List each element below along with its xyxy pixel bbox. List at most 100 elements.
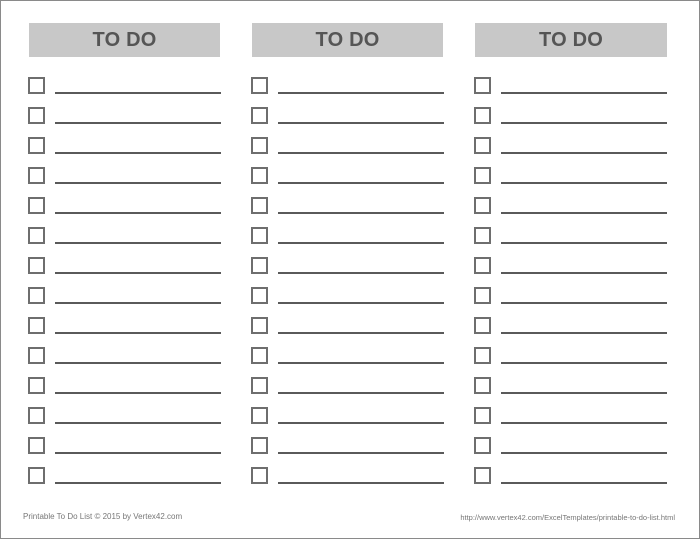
checkbox[interactable] <box>474 137 491 154</box>
todo-text-line[interactable] <box>55 422 221 424</box>
checkbox[interactable] <box>251 377 268 394</box>
checkbox[interactable] <box>28 167 45 184</box>
todo-item <box>28 227 221 247</box>
todo-text-line[interactable] <box>278 452 444 454</box>
todo-text-line[interactable] <box>55 212 221 214</box>
checkbox[interactable] <box>474 377 491 394</box>
checkbox[interactable] <box>474 407 491 424</box>
todo-text-line[interactable] <box>501 302 667 304</box>
todo-text-line[interactable] <box>278 242 444 244</box>
todo-item <box>474 167 667 187</box>
todo-text-line[interactable] <box>501 92 667 94</box>
todo-text-line[interactable] <box>278 272 444 274</box>
checkbox[interactable] <box>28 227 45 244</box>
todo-page: TO DO TO DO TO DO Printable To Do List ©… <box>0 0 700 539</box>
todo-text-line[interactable] <box>55 272 221 274</box>
todo-text-line[interactable] <box>55 362 221 364</box>
todo-text-line[interactable] <box>55 452 221 454</box>
checkbox[interactable] <box>474 467 491 484</box>
todo-item <box>28 287 221 307</box>
checkbox[interactable] <box>251 227 268 244</box>
checkbox[interactable] <box>28 347 45 364</box>
todo-text-line[interactable] <box>278 92 444 94</box>
checkbox[interactable] <box>251 137 268 154</box>
todo-text-line[interactable] <box>501 182 667 184</box>
checkbox[interactable] <box>251 317 268 334</box>
checkbox[interactable] <box>474 197 491 214</box>
todo-text-line[interactable] <box>278 152 444 154</box>
checkbox[interactable] <box>28 197 45 214</box>
checkbox[interactable] <box>474 227 491 244</box>
checkbox[interactable] <box>251 347 268 364</box>
checkbox[interactable] <box>474 107 491 124</box>
checkbox[interactable] <box>251 437 268 454</box>
checkbox[interactable] <box>28 257 45 274</box>
todo-text-line[interactable] <box>501 152 667 154</box>
checkbox[interactable] <box>251 107 268 124</box>
todo-text-line[interactable] <box>55 392 221 394</box>
todo-text-line[interactable] <box>278 362 444 364</box>
checkbox[interactable] <box>28 137 45 154</box>
checkbox[interactable] <box>28 317 45 334</box>
checkbox[interactable] <box>28 287 45 304</box>
todo-item <box>474 377 667 397</box>
checkbox[interactable] <box>474 317 491 334</box>
todo-text-line[interactable] <box>55 92 221 94</box>
todo-text-line[interactable] <box>278 302 444 304</box>
todo-text-line[interactable] <box>55 122 221 124</box>
checkbox[interactable] <box>28 377 45 394</box>
checkbox[interactable] <box>28 467 45 484</box>
checkbox[interactable] <box>474 437 491 454</box>
todo-text-line[interactable] <box>501 332 667 334</box>
todo-text-line[interactable] <box>501 452 667 454</box>
checkbox[interactable] <box>474 167 491 184</box>
checkbox[interactable] <box>474 287 491 304</box>
todo-text-line[interactable] <box>501 392 667 394</box>
checkbox[interactable] <box>251 287 268 304</box>
todo-text-line[interactable] <box>501 212 667 214</box>
checkbox[interactable] <box>474 347 491 364</box>
checkbox[interactable] <box>28 407 45 424</box>
column-header: TO DO <box>475 23 667 57</box>
checkbox[interactable] <box>251 257 268 274</box>
checkbox[interactable] <box>28 437 45 454</box>
checkbox[interactable] <box>474 257 491 274</box>
todo-text-line[interactable] <box>55 332 221 334</box>
todo-item <box>28 467 221 487</box>
todo-text-line[interactable] <box>55 302 221 304</box>
checkbox[interactable] <box>251 197 268 214</box>
todo-item <box>251 77 444 97</box>
todo-text-line[interactable] <box>501 272 667 274</box>
checkbox[interactable] <box>474 77 491 94</box>
todo-item <box>474 287 667 307</box>
checkbox[interactable] <box>251 467 268 484</box>
todo-text-line[interactable] <box>278 182 444 184</box>
todo-text-line[interactable] <box>278 122 444 124</box>
todo-text-line[interactable] <box>278 392 444 394</box>
todo-text-line[interactable] <box>278 482 444 484</box>
checkbox[interactable] <box>28 77 45 94</box>
todo-text-line[interactable] <box>55 242 221 244</box>
todo-text-line[interactable] <box>278 422 444 424</box>
todo-item <box>28 437 221 457</box>
todo-text-line[interactable] <box>55 182 221 184</box>
checkbox[interactable] <box>251 167 268 184</box>
todo-text-line[interactable] <box>501 482 667 484</box>
template-url-link[interactable]: http://www.vertex42.com/ExcelTemplates/p… <box>460 513 675 522</box>
todo-item <box>251 287 444 307</box>
todo-item <box>474 197 667 217</box>
todo-item <box>251 107 444 127</box>
todo-text-line[interactable] <box>55 482 221 484</box>
todo-text-line[interactable] <box>55 152 221 154</box>
todo-item <box>251 197 444 217</box>
todo-text-line[interactable] <box>501 242 667 244</box>
todo-text-line[interactable] <box>278 332 444 334</box>
todo-text-line[interactable] <box>501 422 667 424</box>
todo-text-line[interactable] <box>278 212 444 214</box>
todo-text-line[interactable] <box>501 122 667 124</box>
checkbox[interactable] <box>251 77 268 94</box>
checkbox[interactable] <box>251 407 268 424</box>
checkbox[interactable] <box>28 107 45 124</box>
todo-text-line[interactable] <box>501 362 667 364</box>
todo-item <box>251 227 444 247</box>
